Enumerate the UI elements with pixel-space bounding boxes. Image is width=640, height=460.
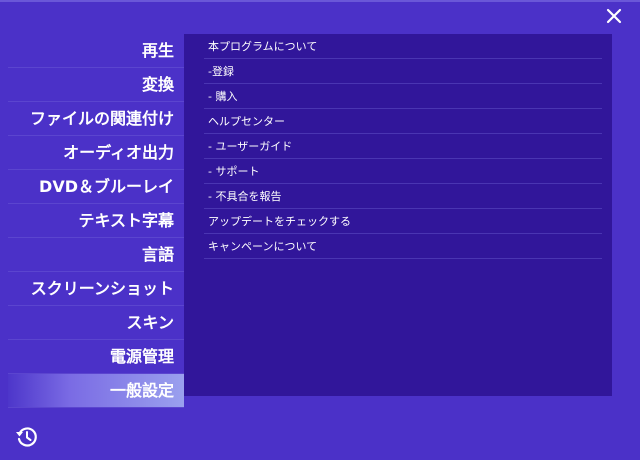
restore-defaults-button[interactable] — [14, 424, 40, 450]
top-border — [0, 0, 640, 2]
sidebar-item-skin[interactable]: スキン — [8, 306, 184, 340]
about-program-link[interactable]: 本プログラムについて — [204, 34, 602, 59]
sidebar-item-audio-output[interactable]: オーディオ出力 — [8, 136, 184, 170]
sidebar-item-text-subtitles[interactable]: テキスト字幕 — [8, 204, 184, 238]
sidebar-item-language[interactable]: 言語 — [8, 238, 184, 272]
general-settings-panel: 本プログラムについて -登録 - 購入 ヘルプセンター - ユーザーガイド - … — [184, 34, 612, 396]
check-updates-link[interactable]: アップデートをチェックする — [204, 209, 602, 234]
sidebar-item-file-association[interactable]: ファイルの関連付け — [8, 102, 184, 136]
user-guide-link[interactable]: - ユーザーガイド — [204, 134, 602, 159]
sidebar-item-playback[interactable]: 再生 — [8, 34, 184, 68]
history-icon — [16, 427, 37, 447]
register-link[interactable]: -登録 — [204, 59, 602, 84]
sidebar-item-power-management[interactable]: 電源管理 — [8, 340, 184, 374]
sidebar-item-screenshot[interactable]: スクリーンショット — [8, 272, 184, 306]
sidebar-item-dvd-bluray[interactable]: DVD＆ブルーレイ — [8, 170, 184, 204]
support-link[interactable]: - サポート — [204, 159, 602, 184]
sidebar-item-general-settings[interactable]: 一般設定 — [8, 374, 184, 408]
close-button[interactable] — [604, 6, 624, 26]
campaign-info-link[interactable]: キャンペーンについて — [204, 234, 602, 259]
sidebar-item-conversion[interactable]: 変換 — [8, 68, 184, 102]
help-center-link[interactable]: ヘルプセンター — [204, 109, 602, 134]
purchase-link[interactable]: - 購入 — [204, 84, 602, 109]
report-bug-link[interactable]: - 不具合を報告 — [204, 184, 602, 209]
close-icon — [606, 8, 622, 24]
settings-sidebar: 再生 変換 ファイルの関連付け オーディオ出力 DVD＆ブルーレイ テキスト字幕… — [8, 34, 184, 408]
